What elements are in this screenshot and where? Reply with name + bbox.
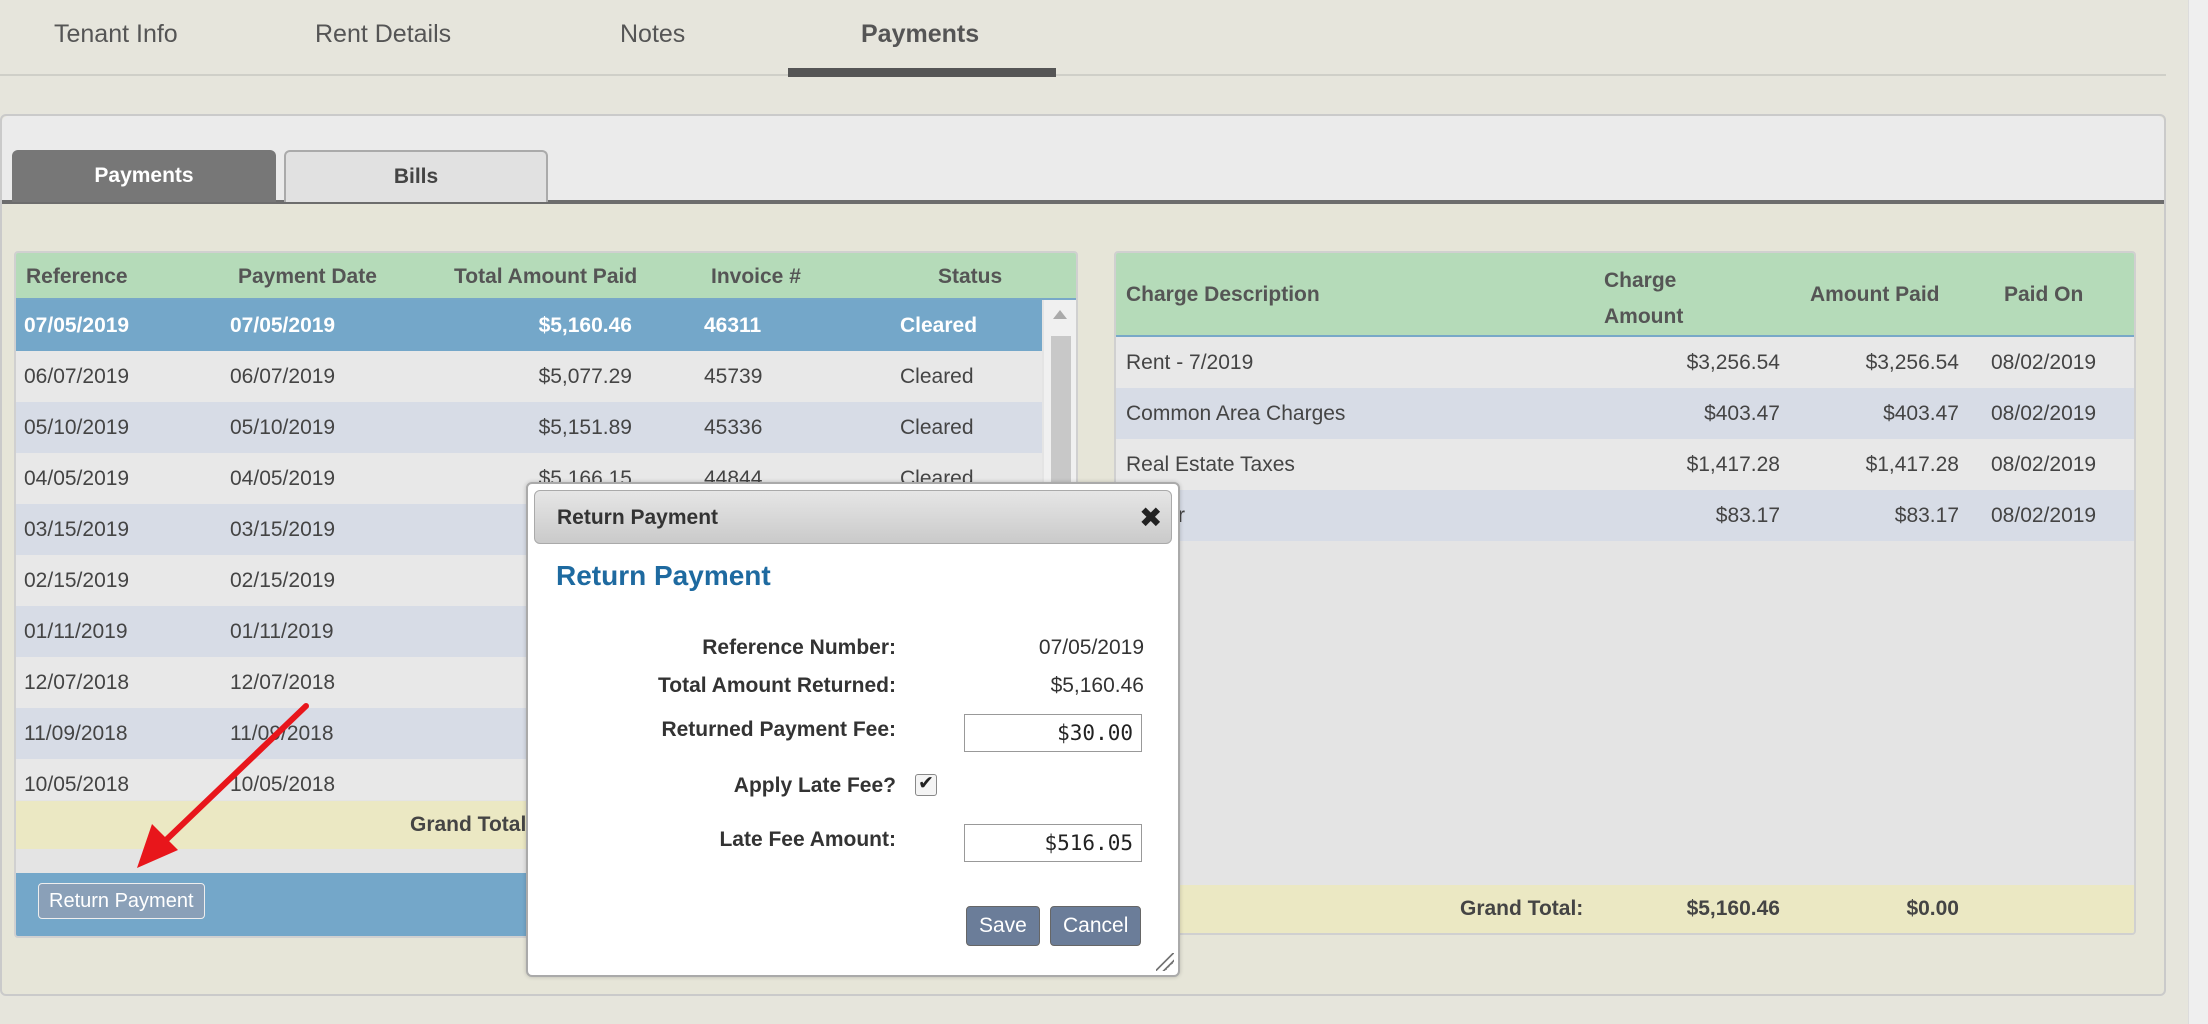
total-returned-label: Total Amount Returned:: [658, 674, 896, 697]
cell-description: Real Estate Taxes: [1126, 453, 1295, 476]
col-amount-paid[interactable]: Amount Paid: [1810, 283, 1940, 307]
cell-description: Common Area Charges: [1126, 402, 1346, 425]
grand-total-label: Grand Total: [410, 813, 527, 836]
resize-grip-icon[interactable]: [1156, 953, 1174, 971]
col-charge-amount[interactable]: Charge Amount: [1604, 263, 1714, 335]
cell-date: 07/05/2019: [230, 314, 336, 337]
col-charge-description[interactable]: Charge Description: [1126, 283, 1320, 307]
charges-grand-total-row: Grand Total: $5,160.46 $0.00: [1116, 885, 2134, 933]
cell-date: 02/15/2019: [230, 569, 336, 592]
apply-late-fee-label: Apply Late Fee?: [733, 774, 896, 797]
cell-reference: 01/11/2019: [24, 620, 128, 643]
cell-invoice: 45336: [704, 416, 763, 439]
save-button[interactable]: Save: [966, 906, 1040, 946]
tab-payments[interactable]: Payments: [861, 20, 979, 49]
dialog-title: Return Payment: [557, 506, 719, 529]
return-payment-dialog: Return Payment ✖ Return Payment Referenc…: [526, 482, 1180, 977]
sub-tab-bills[interactable]: Bills: [284, 150, 548, 202]
cell-paid: $1,417.28: [1865, 453, 1959, 476]
dialog-title-bar[interactable]: Return Payment ✖: [534, 490, 1172, 544]
cell-reference: 10/05/2018: [24, 773, 130, 796]
close-icon[interactable]: ✖: [1139, 501, 1162, 534]
cell-invoice: 45739: [704, 365, 763, 388]
cell-amount: $5,160.46: [538, 314, 632, 337]
table-row[interactable]: 07/05/2019 07/05/2019 $5,160.46 46311 Cl…: [16, 300, 1042, 351]
reference-number-value: 07/05/2019: [1038, 636, 1144, 659]
charges-grid-header: Charge Description Charge Amount Amount …: [1116, 253, 2134, 337]
cell-date: 04/05/2019: [230, 467, 336, 490]
cell-date: 12/07/2018: [230, 671, 336, 694]
cell-paid-on: 08/02/2019: [1991, 351, 2097, 374]
cell-reference: 07/05/2019: [24, 314, 130, 337]
table-row[interactable]: Real Estate Taxes $1,417.28 $1,417.28 08…: [1116, 439, 2134, 490]
cell-status: Cleared: [900, 314, 978, 337]
cell-date: 03/15/2019: [230, 518, 336, 541]
col-paid-on[interactable]: Paid On: [2004, 283, 2083, 307]
sub-tab-payments[interactable]: Payments: [12, 150, 276, 202]
cell-reference: 03/15/2019: [24, 518, 130, 541]
cell-charge: $83.17: [1715, 504, 1780, 527]
grand-total-charge: $5,160.46: [1686, 897, 1780, 920]
cell-date: 10/05/2018: [230, 773, 336, 796]
table-row[interactable]: 05/10/2019 05/10/2019 $5,151.89 45336 Cl…: [16, 402, 1042, 453]
charges-grid: Charge Description Charge Amount Amount …: [1114, 251, 2136, 935]
page-scrollbar[interactable]: [2188, 0, 2208, 1024]
col-status[interactable]: Status: [938, 265, 1002, 289]
late-fee-label: Late Fee Amount:: [719, 828, 896, 851]
table-row[interactable]: Rent - 7/2019 $3,256.54 $3,256.54 08/02/…: [1116, 337, 2134, 388]
cell-status: Cleared: [900, 416, 974, 439]
returned-fee-input[interactable]: [964, 714, 1142, 752]
grand-total-label: Grand Total:: [1460, 897, 1584, 920]
cell-reference: 11/09/2018: [24, 722, 128, 745]
cell-reference: 02/15/2019: [24, 569, 130, 592]
scroll-up-arrow-icon[interactable]: [1053, 310, 1067, 319]
cell-reference: 04/05/2019: [24, 467, 130, 490]
table-row[interactable]: r $83.17 $83.17 08/02/2019: [1116, 490, 2134, 541]
cell-charge: $403.47: [1704, 402, 1780, 425]
cell-paid: $83.17: [1894, 504, 1959, 527]
col-invoice[interactable]: Invoice #: [711, 265, 801, 289]
col-payment-date[interactable]: Payment Date: [238, 265, 377, 289]
cell-paid-on: 08/02/2019: [1991, 504, 2097, 527]
col-total-amount-paid[interactable]: Total Amount Paid: [454, 265, 637, 289]
cell-amount: $5,151.89: [538, 416, 632, 439]
table-row[interactable]: Common Area Charges $403.47 $403.47 08/0…: [1116, 388, 2134, 439]
payments-grid-header: Reference Payment Date Total Amount Paid…: [16, 253, 1076, 300]
cell-reference: 06/07/2019: [24, 365, 130, 388]
cell-date: 06/07/2019: [230, 365, 336, 388]
cell-charge: $1,417.28: [1686, 453, 1780, 476]
cell-paid: $3,256.54: [1865, 351, 1959, 374]
dialog-heading: Return Payment: [556, 560, 771, 591]
table-row[interactable]: 06/07/2019 06/07/2019 $5,077.29 45739 Cl…: [16, 351, 1042, 402]
cell-paid: $403.47: [1883, 402, 1959, 425]
tab-tenant-info[interactable]: Tenant Info: [54, 20, 178, 49]
tab-notes[interactable]: Notes: [620, 20, 685, 49]
cell-date: 11/09/2018: [230, 722, 334, 745]
return-payment-button[interactable]: Return Payment: [38, 883, 205, 919]
cell-charge: $3,256.54: [1686, 351, 1780, 374]
cell-status: Cleared: [900, 365, 974, 388]
cell-amount: $5,077.29: [538, 365, 632, 388]
cell-description: Rent - 7/2019: [1126, 351, 1254, 374]
cell-reference: 05/10/2019: [24, 416, 130, 439]
total-returned-value: $5,160.46: [1050, 674, 1144, 697]
reference-number-label: Reference Number:: [702, 636, 896, 659]
cell-date: 01/11/2019: [230, 620, 334, 643]
returned-fee-label: Returned Payment Fee:: [661, 718, 896, 741]
cell-paid-on: 08/02/2019: [1991, 453, 2097, 476]
col-reference[interactable]: Reference: [26, 265, 128, 289]
cell-invoice: 46311: [704, 314, 762, 337]
grand-total-paid: $0.00: [1906, 897, 1959, 920]
sub-tab-bar: Payments Bills: [2, 116, 2164, 204]
apply-late-fee-checkbox[interactable]: [915, 772, 937, 796]
top-tab-bar: Tenant Info Rent Details Notes Payments: [0, 0, 2166, 77]
cell-date: 05/10/2019: [230, 416, 336, 439]
cell-paid-on: 08/02/2019: [1991, 402, 2097, 425]
active-tab-indicator: [788, 68, 1056, 77]
cancel-button[interactable]: Cancel: [1050, 906, 1142, 946]
tab-rent-details[interactable]: Rent Details: [315, 20, 451, 49]
cell-reference: 12/07/2018: [24, 671, 130, 694]
late-fee-input[interactable]: [964, 824, 1142, 862]
